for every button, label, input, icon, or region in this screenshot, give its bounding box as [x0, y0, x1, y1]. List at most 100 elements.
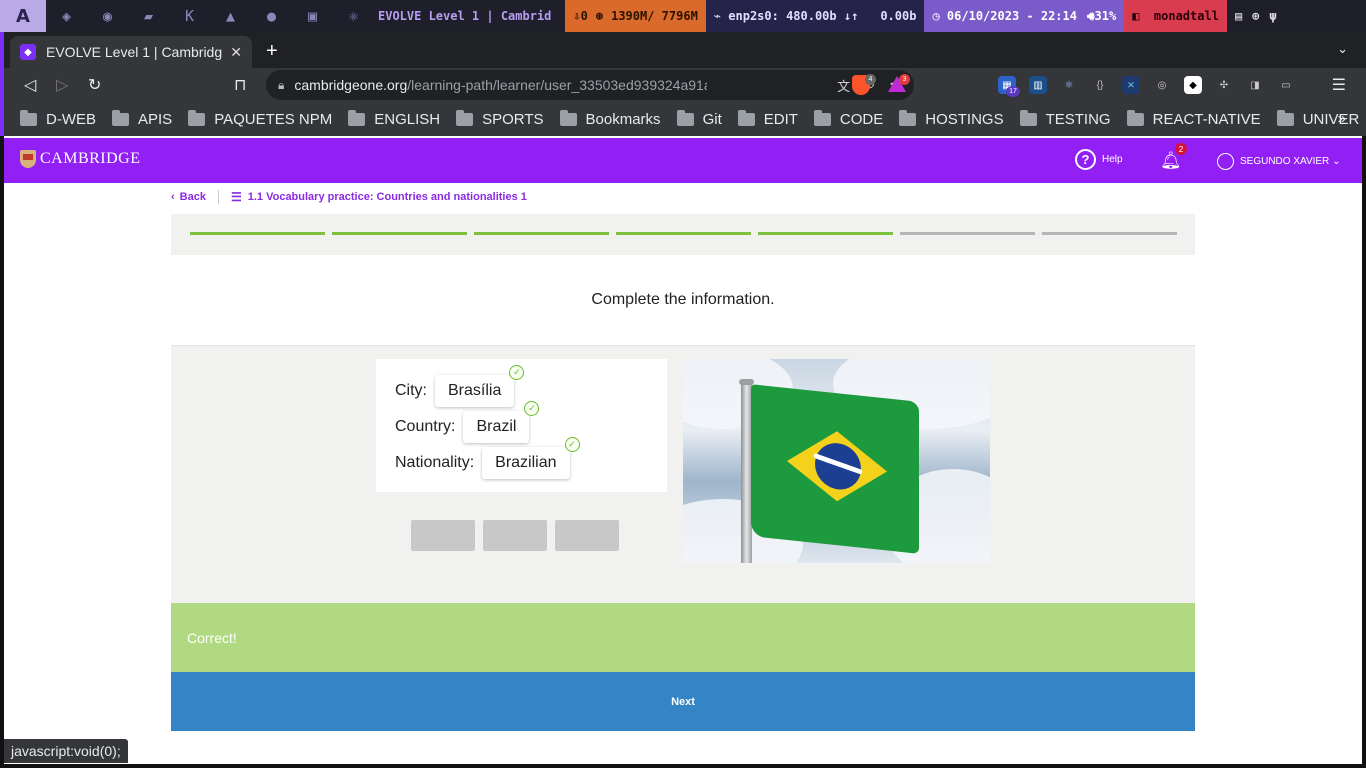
tray-power-icon[interactable]: ψ — [1269, 9, 1276, 23]
chevron-right-double-icon[interactable]: » — [1338, 110, 1346, 127]
bookmarks-bar: D-WEB APIS PAQUETES NPM ENGLISH SPORTS B… — [0, 102, 1366, 136]
system-tray: ▤ ⊕ ψ — [1226, 0, 1285, 32]
bookmark-folder[interactable]: CODE — [813, 109, 883, 128]
bookmark-folder[interactable]: Git — [676, 109, 722, 128]
chevron-down-icon: ⌄ — [1332, 156, 1341, 167]
json-extension-icon[interactable]: {} — [1091, 76, 1109, 94]
bookmark-label: PAQUETES NPM — [214, 110, 333, 128]
answer-chip[interactable]: Brasília ✓ — [435, 365, 525, 407]
empty-slot[interactable] — [555, 520, 619, 551]
cambridge-logo[interactable]: CAMBRIDGE — [20, 150, 141, 168]
vscode-icon[interactable]: ◈ — [46, 0, 87, 32]
bookmark-label: APIS — [138, 110, 173, 128]
user-name: SEGUNDO XAVIER — [1240, 156, 1330, 167]
bookmark-folder[interactable]: UNIVER — [1276, 109, 1359, 128]
target-extension-icon[interactable]: ◎ — [1153, 76, 1171, 94]
address-bar[interactable]: 🔒︎ cambridgeone.org/learning-path/learne… — [266, 70, 914, 100]
window-border-left — [0, 136, 4, 768]
bookmark-folder[interactable]: ENGLISH — [348, 109, 440, 128]
status-bubble: javascript:void(0); — [4, 739, 128, 763]
bookmark-folder[interactable]: REACT-NATIVE — [1126, 109, 1261, 128]
help-button[interactable]: ? Help — [1075, 149, 1123, 170]
activity-progress-bar — [171, 214, 1195, 255]
network-widget: ⌁ enp2s0: 480.00b ↓↑ 0.00b — [705, 0, 925, 32]
breadcrumb: ‹ Back ☰ 1.1 Vocabulary practice: Countr… — [171, 190, 527, 204]
bookmark-icon[interactable]: ⊓ — [234, 75, 246, 95]
translate-icon[interactable]: 文 — [837, 76, 850, 95]
kdenlive-icon[interactable]: K — [169, 0, 210, 32]
devtools-icon[interactable]: ▣ — [292, 0, 333, 32]
chevron-left-icon: ‹ — [171, 191, 175, 203]
close-icon[interactable]: ✕ — [230, 44, 242, 61]
dark-extension-icon[interactable]: ◆ — [1184, 76, 1202, 94]
new-tab-button[interactable]: + — [266, 40, 278, 63]
volume-level: 31% — [1094, 9, 1117, 23]
spotify-icon[interactable]: ● — [251, 0, 292, 32]
answer-row-nationality: Nationality: Brazilian ✓ — [395, 437, 580, 479]
code-extension-icon[interactable]: ⨯ — [1122, 76, 1140, 94]
bookmark-folder[interactable]: APIS — [112, 109, 173, 128]
volume-widget[interactable]: 🔊︎ 31% — [1084, 0, 1125, 32]
bookmark-label: TESTING — [1045, 110, 1111, 128]
downloads-count: 0 — [580, 9, 588, 23]
reload-icon[interactable]: ↻ — [88, 75, 101, 95]
vlc-icon[interactable]: ▲ — [210, 0, 251, 32]
tab-search-chevron-icon[interactable]: ⌄ — [1337, 41, 1348, 57]
progress-segment-complete — [616, 232, 751, 235]
back-link[interactable]: Back — [180, 191, 206, 203]
bookmark-folder[interactable]: SPORTS — [456, 109, 544, 128]
folder-icon — [676, 109, 694, 126]
bookmark-folder[interactable]: PAQUETES NPM — [188, 109, 333, 128]
tray-window-icon[interactable]: ▤ — [1235, 9, 1242, 23]
bookmark-label: SPORTS — [482, 110, 544, 128]
browser-tab-active[interactable]: ◆ EVOLVE Level 1 | Cambridge ✕ — [10, 36, 252, 68]
brand-name: CAMBRIDGE — [40, 150, 141, 167]
bookmark-folder[interactable]: Bookmarks — [559, 109, 661, 128]
tray-add-icon[interactable]: ⊕ — [1252, 9, 1259, 23]
menu-icon[interactable]: ☰ — [1332, 75, 1346, 95]
progress-segment-complete — [190, 232, 325, 235]
answer-card: City: Brasília ✓ Country: Brazil ✓ Nationa… — [376, 359, 667, 492]
puzzle-icon[interactable]: ✣ — [1215, 76, 1233, 94]
next-button[interactable]: Next — [171, 672, 1195, 731]
folder-icon — [813, 109, 831, 126]
folder-icon — [1019, 109, 1037, 126]
calendar-extension-icon[interactable]: ▦ 17 — [998, 76, 1020, 97]
help-label: Help — [1102, 154, 1123, 165]
back-arrow-icon[interactable]: ◁ — [24, 75, 36, 95]
speaker-icon: 🔊︎ — [1086, 8, 1095, 23]
lesson-title[interactable]: 1.1 Vocabulary practice: Countries and n… — [248, 191, 527, 203]
react-devtools-icon[interactable]: ⚛ — [1060, 76, 1078, 94]
row-label: City: — [395, 382, 427, 399]
bookmark-label: REACT-NATIVE — [1152, 110, 1261, 128]
check-circle-icon: ✓ — [524, 401, 540, 416]
folder-icon — [112, 109, 129, 126]
sidebar-icon[interactable]: ◨ — [1246, 76, 1264, 94]
bookmark-folder[interactable]: HOSTINGS — [899, 109, 1004, 128]
grid-extension-icon[interactable]: ▥ — [1029, 76, 1047, 94]
bookmark-folder[interactable]: TESTING — [1019, 109, 1111, 128]
folder-icon — [1276, 109, 1294, 126]
answer-text: Brasília — [448, 382, 502, 399]
browser-icon[interactable]: ◉ — [87, 0, 128, 32]
download-icon: ⇩ — [573, 9, 581, 23]
active-window-title: EVOLVE Level 1 | Cambrid — [378, 9, 552, 23]
bookmark-folder[interactable]: D-WEB — [20, 109, 96, 128]
forward-arrow-icon[interactable]: ▷ — [56, 75, 68, 95]
folder-icon — [559, 109, 577, 126]
arch-logo-icon[interactable]: A — [0, 0, 46, 32]
clock-icon: ◷ — [932, 9, 940, 23]
answer-chip[interactable]: Brazilian ✓ — [482, 437, 580, 479]
folder-icon[interactable]: ▰ — [128, 0, 169, 32]
activity-area: City: Brasília ✓ Country: Brazil ✓ Nationa… — [171, 345, 1195, 603]
answer-chip[interactable]: Brazil ✓ — [463, 401, 540, 443]
empty-slot[interactable] — [483, 520, 547, 551]
window-border-right — [1362, 136, 1366, 768]
empty-slot[interactable] — [411, 520, 475, 551]
bookmark-folder[interactable]: EDIT — [737, 109, 798, 128]
react-icon[interactable]: ⚛ — [333, 0, 374, 32]
wallet-icon[interactable]: ▭ — [1277, 76, 1295, 94]
user-menu[interactable]: SEGUNDO XAVIER ⌄ — [1217, 153, 1341, 170]
brazil-flag-image — [683, 359, 990, 563]
folder-icon — [737, 109, 755, 126]
